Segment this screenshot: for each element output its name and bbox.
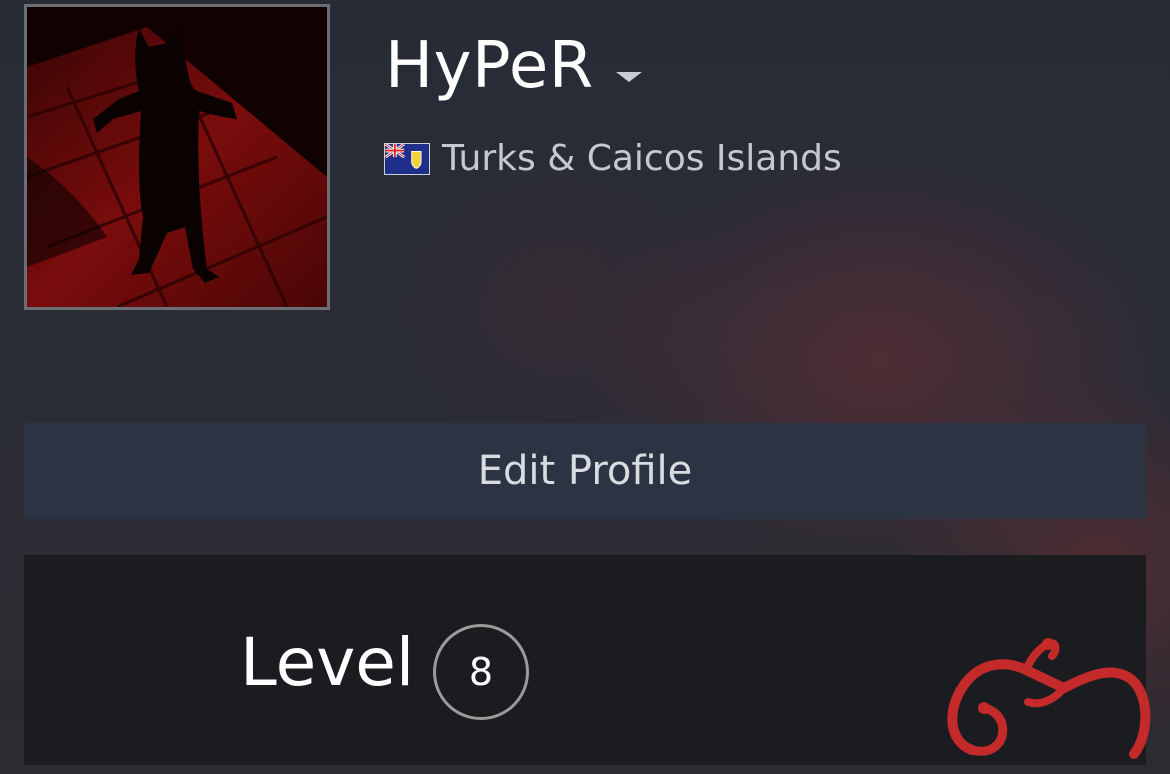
level-badge[interactable]: 8: [433, 624, 529, 720]
username: HyPeR: [385, 29, 594, 103]
location: Turks & Caicos Islands: [384, 137, 842, 181]
avatar[interactable]: [24, 4, 330, 310]
username-row[interactable]: HyPeR: [385, 26, 642, 106]
country-name: Turks & Caicos Islands: [442, 138, 842, 179]
chevron-down-icon[interactable]: [615, 72, 642, 82]
avatar-image: [27, 7, 327, 307]
watermark-logo-icon: [947, 638, 1151, 759]
edit-profile-button[interactable]: Edit Profile: [24, 423, 1146, 519]
turks-caicos-flag-icon: [384, 143, 430, 175]
level-label: Level: [240, 624, 415, 701]
